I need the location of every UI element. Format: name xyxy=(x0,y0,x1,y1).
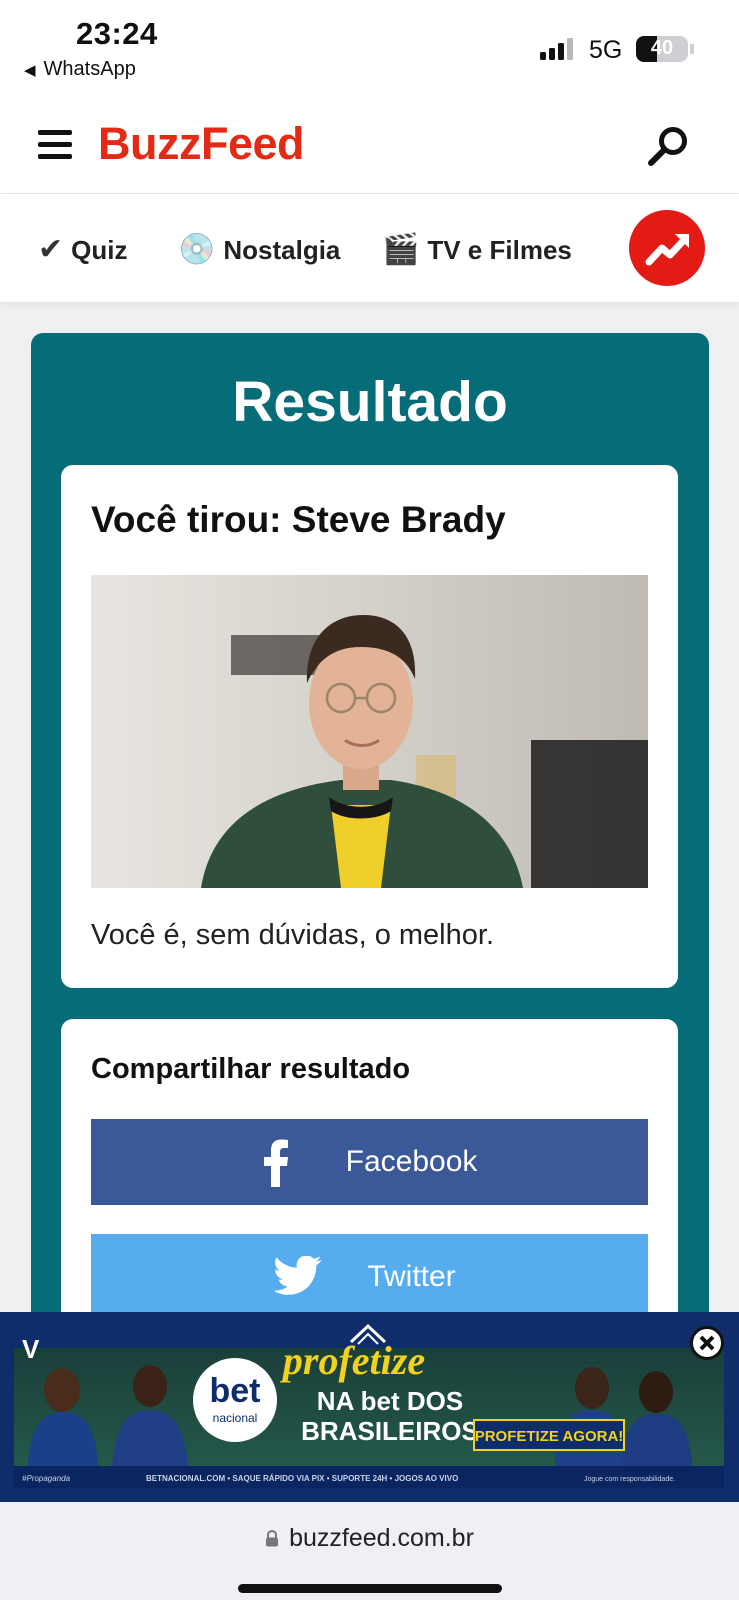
chevron-up-icon[interactable] xyxy=(348,1322,388,1346)
ad-banner[interactable]: bet nacional profetize NA bet DOS BRASIL… xyxy=(0,1312,739,1502)
ad-headline-3: BRASILEIROS xyxy=(301,1416,479,1446)
screen: 23:24 ◀ WhatsApp 5G 40 BuzzFeed ✔ Quiz 💿… xyxy=(0,0,739,1600)
result-description: Você é, sem dúvidas, o melhor. xyxy=(91,919,494,951)
back-to-app-link[interactable]: ◀ WhatsApp xyxy=(24,58,136,81)
svg-text:V: V xyxy=(22,1334,40,1364)
home-indicator[interactable] xyxy=(238,1584,502,1593)
trending-button[interactable] xyxy=(629,210,705,286)
ad-brand-sub: nacional xyxy=(213,1411,258,1425)
battery-percent: 40 xyxy=(650,37,674,59)
back-app-label: WhatsApp xyxy=(43,58,136,80)
checkmark-icon: ✔ xyxy=(38,233,64,266)
status-time: 23:24 xyxy=(76,16,158,51)
result-photo xyxy=(91,575,648,888)
category-quiz[interactable]: ✔ Quiz xyxy=(38,232,127,267)
battery-icon: 40 xyxy=(636,36,688,62)
lock-icon xyxy=(265,1525,279,1547)
ad-footer: BETNACIONAL.COM • SAQUE RÁPIDO VIA PIX •… xyxy=(146,1474,458,1483)
back-arrow-icon: ◀ xyxy=(24,62,36,79)
url-display[interactable]: buzzfeed.com.br xyxy=(0,1524,739,1553)
status-bar: 23:24 ◀ WhatsApp 5G 40 xyxy=(0,0,739,96)
clapperboard-icon: 🎬 xyxy=(382,233,420,266)
hamburger-menu-icon[interactable] xyxy=(38,130,72,160)
share-title: Compartilhar resultado xyxy=(91,1053,411,1085)
buzzfeed-logo[interactable]: BuzzFeed xyxy=(98,118,305,170)
ad-brand: bet xyxy=(210,1372,261,1410)
cellular-signal-icon xyxy=(540,38,578,60)
result-panel: Resultado Você tirou: Steve Brady Você é… xyxy=(31,333,709,1349)
category-nostalgia[interactable]: 💿 Nostalgia xyxy=(178,232,340,267)
facebook-share-button[interactable]: Facebook xyxy=(91,1119,648,1205)
category-label: Quiz xyxy=(71,235,128,265)
category-label: Nostalgia xyxy=(223,235,341,265)
result-card: Você tirou: Steve Brady Você é, sem dúvi… xyxy=(61,465,678,988)
category-label: TV e Filmes xyxy=(427,235,572,265)
twitter-label: Twitter xyxy=(367,1260,456,1293)
result-title: Resultado xyxy=(232,370,508,434)
ad-headline-2: NA bet DOS xyxy=(317,1386,463,1416)
close-icon[interactable] xyxy=(690,1326,724,1360)
result-heading: Você tirou: Steve Brady xyxy=(91,499,506,540)
search-icon[interactable] xyxy=(645,124,691,170)
trending-arrow-icon xyxy=(645,234,689,266)
ad-cta: PROFETIZE AGORA! xyxy=(475,1428,624,1445)
network-type: 5G xyxy=(589,36,623,64)
site-header: BuzzFeed xyxy=(0,96,739,194)
twitter-share-button[interactable]: Twitter xyxy=(91,1234,648,1320)
battery-tip xyxy=(690,44,694,54)
category-tv-filmes[interactable]: 🎬 TV e Filmes xyxy=(382,232,572,267)
url-text: buzzfeed.com.br xyxy=(289,1524,474,1552)
category-nav: ✔ Quiz 💿 Nostalgia 🎬 TV e Filmes xyxy=(0,194,739,302)
share-card: Compartilhar resultado Facebook Twitter xyxy=(61,1019,678,1349)
ad-disclaimer: Jogue com responsabilidade. xyxy=(584,1476,675,1483)
ad-tag: #Propaganda xyxy=(22,1474,71,1483)
browser-address-bar[interactable]: buzzfeed.com.br xyxy=(0,1502,739,1600)
cd-icon: 💿 xyxy=(178,233,216,266)
facebook-label: Facebook xyxy=(345,1145,478,1178)
